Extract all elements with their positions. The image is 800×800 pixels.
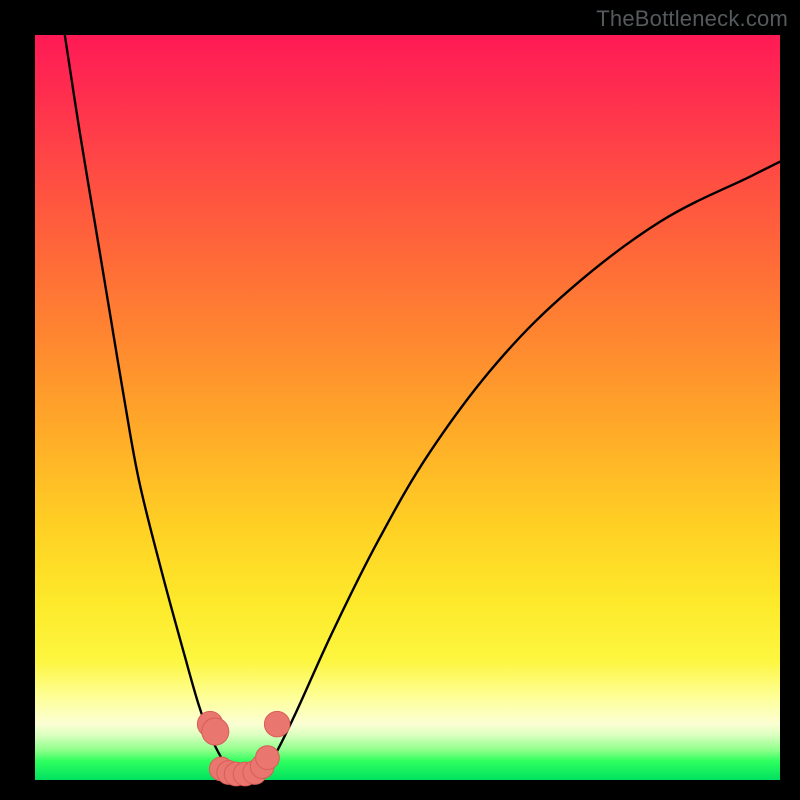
curve-layer (65, 35, 780, 776)
curve-right-branch (259, 162, 781, 777)
data-marker (202, 718, 229, 745)
chart-frame: TheBottleneck.com (0, 0, 800, 800)
curve-left-branch (65, 35, 236, 776)
data-marker (264, 711, 289, 736)
chart-svg (35, 35, 780, 780)
plot-area (35, 35, 780, 780)
data-marker (256, 746, 280, 770)
watermark-text: TheBottleneck.com (596, 6, 788, 32)
marker-layer (197, 711, 289, 785)
